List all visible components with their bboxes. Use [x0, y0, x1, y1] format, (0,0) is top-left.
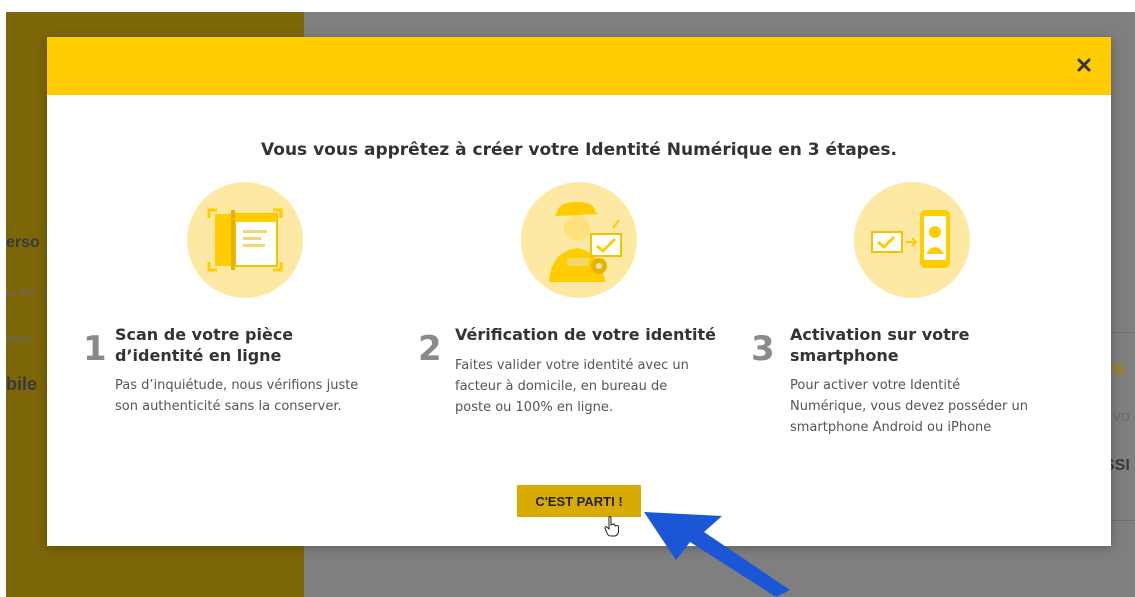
onboarding-modal: Vous vous apprêtez à créer votre Identit…	[47, 37, 1111, 546]
step-desc-line: son authenticité sans la conserver.	[115, 399, 342, 414]
postman-icon	[521, 182, 637, 298]
step-number: 3	[751, 329, 775, 369]
step-title-line: d’identité en ligne	[115, 346, 282, 365]
step-desc-line: Faites valider votre identité avec un	[455, 358, 689, 373]
step-title-line: Vérification de votre identité	[455, 325, 717, 344]
step-desc-line: Pour activer votre Identité	[790, 378, 961, 393]
bg-text-fragment: erso	[6, 234, 40, 251]
step-desc-line: poste ou 100% en ligne.	[455, 400, 614, 415]
modal-title: Vous vous apprêtez à créer votre Identit…	[261, 140, 897, 160]
hand-cursor-icon	[604, 516, 620, 537]
step-desc-line: Numérique, vous devez posséder un	[790, 399, 1028, 414]
modal-header	[47, 37, 1111, 95]
step-title: Vérification de votre identité	[455, 324, 716, 345]
bg-text-fragment: ations	[6, 334, 33, 345]
step-number: 1	[83, 329, 107, 369]
start-button[interactable]: C'EST PARTI !	[517, 485, 641, 517]
step-title: Scan de votre pièce d’identité en ligne	[115, 324, 293, 366]
step-description: Pas d’inquiétude, nous vérifions juste s…	[115, 375, 358, 417]
close-icon	[1077, 58, 1091, 72]
step-title-line: Scan de votre pièce	[115, 325, 294, 344]
step-desc-line: smartphone Android ou iPhone	[790, 420, 992, 435]
smartphone-icon	[854, 182, 970, 298]
step-title: Activation sur votre smartphone	[790, 324, 970, 366]
bg-text-fragment: ce d'id	[6, 288, 35, 299]
step-desc-line: Pas d’inquiétude, nous vérifions juste	[115, 378, 359, 393]
annotation-arrow-icon	[644, 512, 790, 597]
id-scan-icon	[187, 182, 303, 298]
step-number: 2	[418, 329, 442, 369]
step-title-line: Activation sur votre	[790, 325, 970, 344]
step-description: Faites valider votre identité avec un fa…	[455, 355, 689, 418]
step-desc-line: facteur à domicile, en bureau de	[455, 379, 668, 394]
close-button[interactable]	[1074, 55, 1094, 75]
step-description: Pour activer votre Identité Numérique, v…	[790, 375, 1028, 438]
bg-text-fragment: bile	[6, 374, 38, 394]
step-title-line: smartphone	[790, 346, 899, 365]
